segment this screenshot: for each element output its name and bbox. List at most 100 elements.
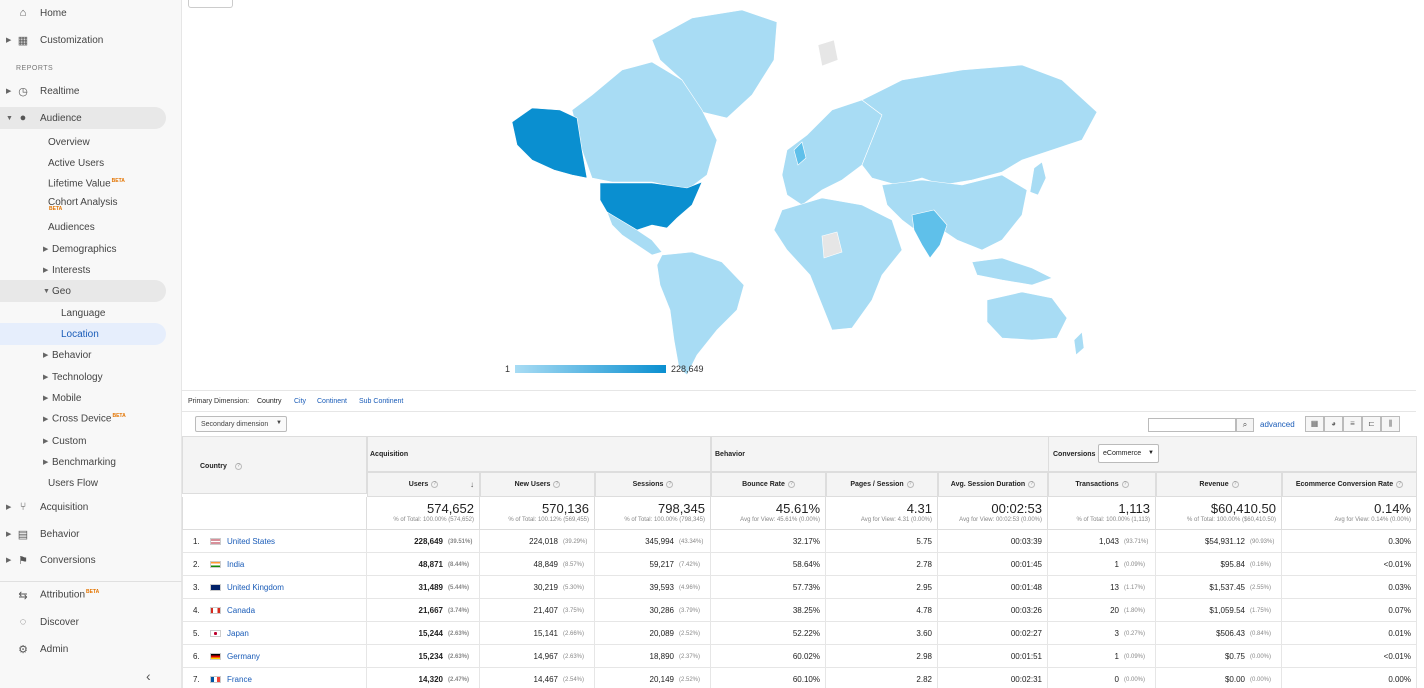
help-icon[interactable]: ? bbox=[1396, 481, 1404, 488]
help-icon[interactable]: ? bbox=[1231, 481, 1239, 488]
nav-mobile[interactable]: ▶ Mobile bbox=[0, 387, 166, 409]
nav-home[interactable]: ⌂ Home bbox=[0, 2, 166, 24]
dimension-country[interactable]: Country bbox=[257, 398, 282, 405]
continent-asia[interactable] bbox=[881, 174, 1028, 251]
row-bounce-rate: 52.22% bbox=[711, 622, 826, 645]
help-icon[interactable]: ? bbox=[666, 481, 674, 488]
nav-attribution[interactable]: ⇆ AttributionBETA bbox=[0, 584, 166, 606]
dimension-sub-continent[interactable]: Sub Continent bbox=[359, 398, 403, 405]
country-australia[interactable] bbox=[986, 291, 1068, 341]
total-pages-session-value: 4.31 bbox=[906, 501, 932, 516]
nav-audiences[interactable]: Audiences bbox=[0, 216, 166, 238]
help-icon[interactable]: ? bbox=[235, 463, 242, 470]
row-sessions: 20,089 (2.52%) bbox=[595, 622, 711, 645]
region-southeast-asia[interactable] bbox=[971, 257, 1053, 286]
row-ecommerce-conversion-rate: <0.01% bbox=[1282, 645, 1417, 668]
nav-demographics[interactable]: ▶ Demographics bbox=[0, 238, 166, 260]
search-icon[interactable]: ⌕ bbox=[1236, 418, 1254, 432]
pivot-view-icon[interactable]: ⫼ bbox=[1381, 416, 1400, 432]
column-bounce-rate[interactable]: Bounce Rate? bbox=[711, 472, 826, 497]
comparison-view-icon[interactable]: ⊏ bbox=[1362, 416, 1381, 432]
row-transactions: 20 (1.80%) bbox=[1048, 599, 1156, 622]
column-sessions-label: Sessions bbox=[632, 481, 664, 488]
nav-cross-device[interactable]: ▶ Cross DeviceBETA bbox=[0, 408, 166, 430]
nav-interests[interactable]: ▶ Interests bbox=[0, 259, 166, 281]
performance-view-icon[interactable]: ≡ bbox=[1343, 416, 1362, 432]
table-search-input[interactable] bbox=[1148, 418, 1236, 432]
nav-admin[interactable]: ⚙ Admin bbox=[0, 638, 166, 660]
country-us-alaska[interactable] bbox=[511, 107, 588, 179]
nav-realtime[interactable]: ▶ ◷ Realtime bbox=[0, 80, 166, 102]
continent-africa[interactable] bbox=[773, 197, 903, 331]
column-pages-session[interactable]: Pages / Session? bbox=[826, 472, 938, 497]
column-transactions[interactable]: Transactions? bbox=[1048, 472, 1156, 497]
column-avg-session-duration[interactable]: Avg. Session Duration? bbox=[938, 472, 1048, 497]
secondary-dimension-select[interactable]: Secondary dimension ▼ bbox=[195, 416, 287, 432]
nav-cohort-analysis[interactable]: Cohort Analysis bbox=[0, 191, 166, 213]
conversions-type-select[interactable]: eCommerce ▼ bbox=[1098, 444, 1159, 463]
help-icon[interactable]: ? bbox=[431, 481, 439, 488]
geo-map[interactable] bbox=[182, 0, 1416, 388]
column-users[interactable]: Users? ↓ bbox=[367, 472, 480, 497]
column-ecommerce-conversion-rate[interactable]: Ecommerce Conversion Rate? bbox=[1282, 472, 1417, 497]
dimension-city[interactable]: City bbox=[294, 398, 306, 405]
continent-south-america[interactable] bbox=[656, 251, 745, 376]
nav-behavior-sub[interactable]: ▶ Behavior bbox=[0, 344, 166, 366]
nav-active-users[interactable]: Active Users bbox=[0, 152, 166, 174]
row-avg-session-duration-value: 00:01:48 bbox=[1010, 583, 1042, 592]
nav-custom[interactable]: ▶ Custom bbox=[0, 430, 166, 452]
help-icon[interactable]: ? bbox=[906, 481, 914, 488]
help-icon[interactable]: ? bbox=[1028, 481, 1036, 488]
nav-conversions[interactable]: ▶ ⚑ Conversions bbox=[0, 549, 166, 571]
nav-customization[interactable]: ▶ ▦ Customization bbox=[0, 29, 166, 51]
pie-view-icon[interactable]: ◕ bbox=[1324, 416, 1343, 432]
nav-acquisition[interactable]: ▶ ⑂ Acquisition bbox=[0, 496, 166, 518]
column-revenue[interactable]: Revenue? bbox=[1156, 472, 1282, 497]
nav-discover[interactable]: ◌ Discover bbox=[0, 611, 166, 633]
dimension-continent[interactable]: Continent bbox=[317, 398, 347, 405]
nav-overview[interactable]: Overview bbox=[0, 131, 166, 153]
country-link[interactable]: France bbox=[227, 675, 252, 684]
country-link[interactable]: Germany bbox=[227, 652, 260, 661]
row-transactions-value: 13 bbox=[1110, 583, 1119, 592]
region-no-data[interactable] bbox=[817, 39, 839, 67]
country-link[interactable]: Japan bbox=[227, 629, 249, 638]
country-link[interactable]: United Kingdom bbox=[227, 583, 284, 592]
country-link[interactable]: India bbox=[227, 560, 244, 569]
country-new-zealand[interactable] bbox=[1073, 331, 1085, 356]
column-new-users[interactable]: New Users? bbox=[480, 472, 595, 497]
country-russia[interactable] bbox=[861, 64, 1098, 186]
collapse-sidebar-icon[interactable]: ‹ bbox=[146, 668, 151, 684]
total-ecommerce-conversion-rate-sub: Avg for View: 0.14% (0.00%) bbox=[1334, 517, 1412, 523]
help-icon[interactable]: ? bbox=[553, 481, 561, 488]
advanced-filter-link[interactable]: advanced bbox=[1260, 420, 1295, 429]
acquisition-group-label: Acquisition bbox=[370, 451, 409, 458]
table-row: 2. India 48,871 (8.44%) 48,849 (8.57%) 59,… bbox=[182, 553, 1417, 576]
help-icon[interactable]: ? bbox=[1121, 481, 1129, 488]
column-sessions[interactable]: Sessions? bbox=[595, 472, 711, 497]
nav-location[interactable]: Location bbox=[0, 323, 166, 345]
sort-descending-icon[interactable]: ↓ bbox=[470, 480, 474, 489]
nav-audience[interactable]: ▼ ● Audience bbox=[0, 107, 166, 129]
table-view-icon[interactable]: ▦ bbox=[1305, 416, 1324, 432]
nav-language[interactable]: Language bbox=[0, 302, 166, 324]
world-map[interactable] bbox=[182, 0, 1416, 388]
beta-badge: BETA bbox=[86, 589, 100, 596]
nav-users-flow[interactable]: Users Flow bbox=[0, 472, 166, 494]
column-users-label: Users bbox=[408, 481, 429, 488]
row-users-pct: (39.51%) bbox=[448, 538, 473, 545]
nav-benchmarking[interactable]: ▶ Benchmarking bbox=[0, 451, 166, 473]
row-transactions-value: 20 bbox=[1110, 606, 1119, 615]
country-link[interactable]: Canada bbox=[227, 606, 255, 615]
country-header[interactable]: Country ? bbox=[182, 436, 367, 494]
nav-technology[interactable]: ▶ Technology bbox=[0, 366, 166, 388]
country-japan[interactable] bbox=[1029, 161, 1047, 196]
nav-behavior[interactable]: ▶ ▤ Behavior bbox=[0, 523, 166, 545]
sidebar-divider bbox=[0, 581, 182, 582]
country-link[interactable]: United States bbox=[227, 537, 275, 546]
help-icon[interactable]: ? bbox=[787, 481, 795, 488]
person-icon: ● bbox=[19, 112, 27, 124]
conversions-group-label: Conversions bbox=[1053, 451, 1096, 458]
row-sessions: 20,149 (2.52%) bbox=[595, 668, 711, 688]
nav-geo[interactable]: ▼ Geo bbox=[0, 280, 166, 302]
